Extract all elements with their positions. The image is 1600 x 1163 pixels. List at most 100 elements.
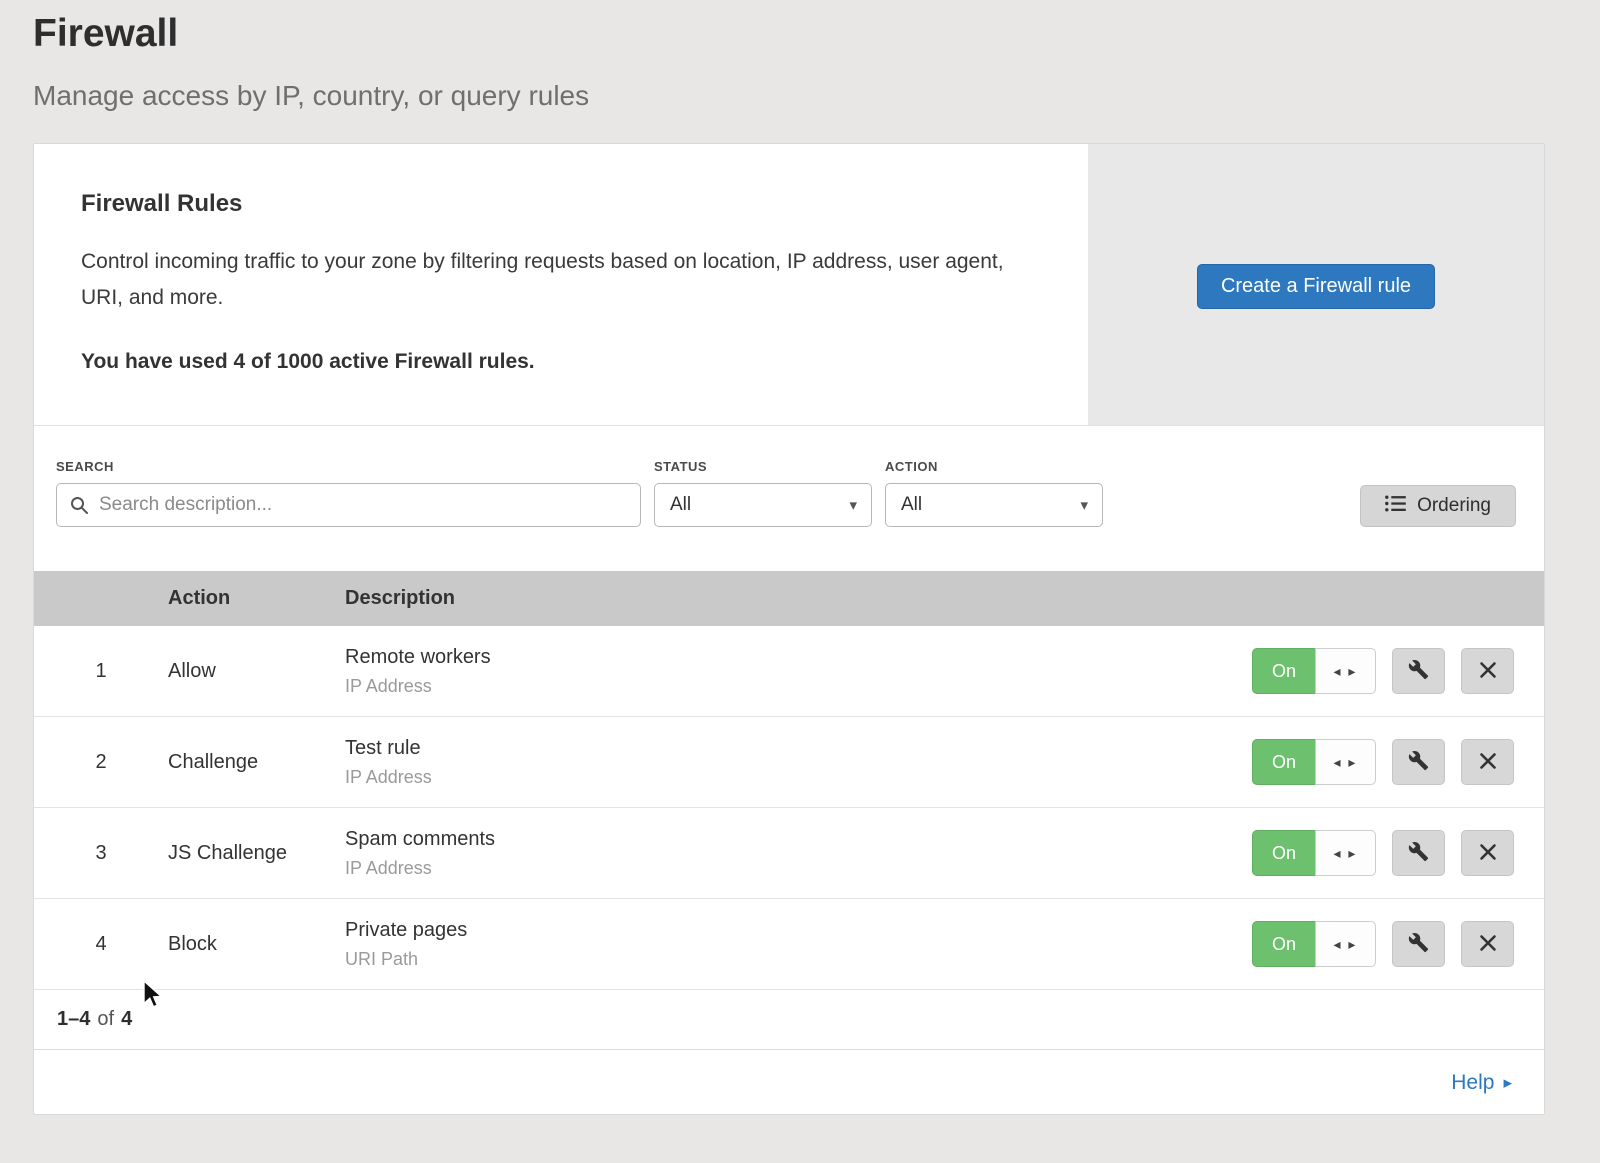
left-right-arrows-icon: ◂ ▸ [1334, 754, 1358, 771]
status-select[interactable]: All ▾ [654, 483, 872, 527]
edit-rule-button[interactable] [1392, 739, 1445, 785]
rule-number: 2 [34, 751, 168, 774]
toggle-drag-handle[interactable]: ◂ ▸ [1315, 648, 1376, 694]
page-subtitle: Manage access by IP, country, or query r… [33, 80, 589, 112]
page-title: Firewall [33, 12, 178, 56]
search-box [56, 483, 641, 527]
rule-enabled-toggle[interactable]: On ◂ ▸ [1252, 648, 1376, 694]
toggle-on-label[interactable]: On [1252, 648, 1315, 694]
toggle-on-label[interactable]: On [1252, 921, 1315, 967]
status-label: STATUS [654, 459, 872, 474]
rule-description-cell: Remote workers IP Address [345, 646, 1252, 697]
close-icon [1479, 752, 1497, 773]
ordered-list-icon [1385, 495, 1406, 518]
close-icon [1479, 843, 1497, 864]
rules-usage-text: You have used 4 of 1000 active Firewall … [81, 350, 1048, 374]
status-filter-group: STATUS All ▾ [654, 459, 872, 527]
pagination: 1–4 of 4 [34, 990, 1544, 1050]
table-row: 3 JS Challenge Spam comments IP Address … [34, 808, 1544, 899]
rule-enabled-toggle[interactable]: On ◂ ▸ [1252, 739, 1376, 785]
help-link[interactable]: Help ▸ [1451, 1071, 1512, 1095]
rule-action: Challenge [168, 751, 345, 774]
card-heading: Firewall Rules [81, 190, 1048, 218]
card-header: Firewall Rules Control incoming traffic … [34, 144, 1544, 426]
rule-controls: On ◂ ▸ [1252, 739, 1544, 785]
rule-description: Private pages [345, 919, 1252, 942]
help-arrow-icon: ▸ [1503, 1073, 1512, 1093]
rule-number: 4 [34, 933, 168, 956]
wrench-icon [1408, 841, 1429, 865]
status-selected-value: All [670, 494, 691, 516]
rule-controls: On ◂ ▸ [1252, 830, 1544, 876]
search-input[interactable] [56, 483, 641, 527]
close-icon [1479, 661, 1497, 682]
help-link-label: Help [1451, 1071, 1494, 1095]
close-icon [1479, 934, 1497, 955]
search-filter-group: SEARCH [56, 459, 641, 527]
wrench-icon [1408, 932, 1429, 956]
delete-rule-button[interactable] [1461, 739, 1514, 785]
card-header-text: Firewall Rules Control incoming traffic … [34, 144, 1088, 425]
create-firewall-rule-button[interactable]: Create a Firewall rule [1197, 264, 1435, 309]
column-description: Description [345, 587, 1544, 610]
delete-rule-button[interactable] [1461, 648, 1514, 694]
toggle-drag-handle[interactable]: ◂ ▸ [1315, 830, 1376, 876]
rule-controls: On ◂ ▸ [1252, 648, 1544, 694]
column-action: Action [168, 587, 345, 610]
pagination-of: of [97, 1008, 114, 1031]
rule-description: Spam comments [345, 828, 1252, 851]
search-label: SEARCH [56, 459, 641, 474]
edit-rule-button[interactable] [1392, 921, 1445, 967]
left-right-arrows-icon: ◂ ▸ [1334, 663, 1358, 680]
toggle-drag-handle[interactable]: ◂ ▸ [1315, 921, 1376, 967]
rule-action: Block [168, 933, 345, 956]
rule-description-cell: Private pages URI Path [345, 919, 1252, 970]
delete-rule-button[interactable] [1461, 830, 1514, 876]
table-row: 4 Block Private pages URI Path On ◂ ▸ [34, 899, 1544, 990]
toggle-on-label[interactable]: On [1252, 739, 1315, 785]
action-label: ACTION [885, 459, 1103, 474]
rule-controls: On ◂ ▸ [1252, 921, 1544, 967]
rule-description: Remote workers [345, 646, 1252, 669]
rule-description-cell: Test rule IP Address [345, 737, 1252, 788]
action-selected-value: All [901, 494, 922, 516]
wrench-icon [1408, 750, 1429, 774]
edit-rule-button[interactable] [1392, 648, 1445, 694]
pagination-total: 4 [121, 1008, 132, 1031]
firewall-rules-card: Firewall Rules Control incoming traffic … [33, 143, 1545, 1115]
rule-description: Test rule [345, 737, 1252, 760]
rule-number: 1 [34, 660, 168, 683]
chevron-down-icon: ▾ [1080, 496, 1088, 514]
rule-action: JS Challenge [168, 842, 345, 865]
card-header-action-panel: Create a Firewall rule [1088, 144, 1544, 425]
filters-bar: SEARCH STATUS All ▾ ACTION All ▾ [34, 426, 1544, 571]
rule-action: Allow [168, 660, 345, 683]
rule-enabled-toggle[interactable]: On ◂ ▸ [1252, 921, 1376, 967]
table-row: 1 Allow Remote workers IP Address On ◂ ▸ [34, 626, 1544, 717]
toggle-on-label[interactable]: On [1252, 830, 1315, 876]
rule-match-type: IP Address [345, 767, 1252, 788]
table-header: Action Description [34, 571, 1544, 626]
edit-rule-button[interactable] [1392, 830, 1445, 876]
rule-enabled-toggle[interactable]: On ◂ ▸ [1252, 830, 1376, 876]
action-filter-group: ACTION All ▾ [885, 459, 1103, 527]
search-icon [69, 495, 89, 520]
rule-match-type: IP Address [345, 858, 1252, 879]
delete-rule-button[interactable] [1461, 921, 1514, 967]
card-footer: Help ▸ [34, 1050, 1544, 1115]
chevron-down-icon: ▾ [849, 496, 857, 514]
rule-number: 3 [34, 842, 168, 865]
action-select[interactable]: All ▾ [885, 483, 1103, 527]
rule-match-type: IP Address [345, 676, 1252, 697]
table-row: 2 Challenge Test rule IP Address On ◂ ▸ [34, 717, 1544, 808]
left-right-arrows-icon: ◂ ▸ [1334, 936, 1358, 953]
rule-description-cell: Spam comments IP Address [345, 828, 1252, 879]
toggle-drag-handle[interactable]: ◂ ▸ [1315, 739, 1376, 785]
wrench-icon [1408, 659, 1429, 683]
pagination-range: 1–4 [57, 1008, 90, 1031]
ordering-button-label: Ordering [1417, 495, 1491, 517]
ordering-button[interactable]: Ordering [1360, 485, 1516, 527]
rule-match-type: URI Path [345, 949, 1252, 970]
card-description: Control incoming traffic to your zone by… [81, 244, 1026, 316]
left-right-arrows-icon: ◂ ▸ [1334, 845, 1358, 862]
